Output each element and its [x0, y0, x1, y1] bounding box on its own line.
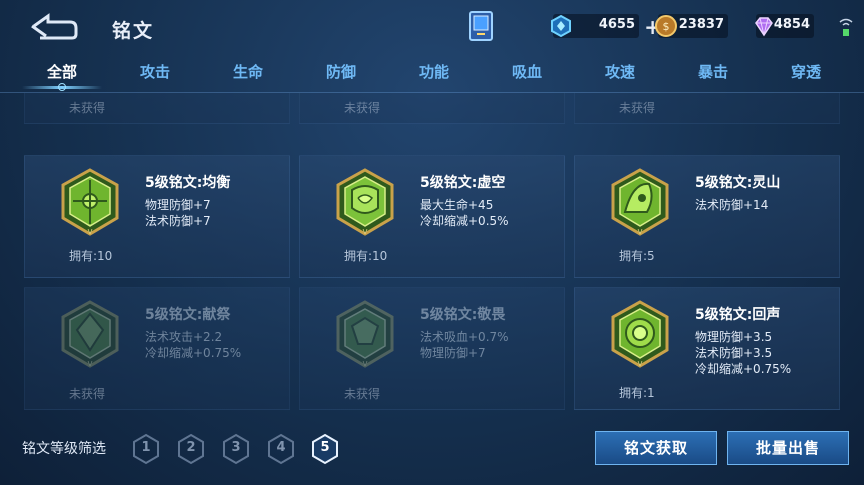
diamond-coupon-icon: [551, 14, 571, 38]
level-number: 5: [320, 440, 330, 455]
balance-emblem-icon: V: [61, 168, 119, 236]
level-number: 3: [231, 440, 241, 455]
inscription-attr: 物理防御+7: [145, 198, 211, 212]
inscription-attr: 最大生命+45: [420, 198, 494, 212]
inscription-card-sacrifice[interactable]: V 5级铭文:献祭 法术攻击+2.2 冷却缩减+0.75% 未获得: [24, 287, 290, 410]
svg-text:$: $: [663, 20, 670, 33]
not-obtained-label: 未获得: [619, 101, 656, 115]
level-filter-1[interactable]: 1: [131, 433, 161, 465]
not-obtained-label: 未获得: [344, 101, 381, 115]
back-arrow-icon[interactable]: [26, 12, 78, 40]
svg-text:V: V: [638, 228, 643, 236]
inscription-card-echo[interactable]: V 5级铭文:回声 物理防御+3.5 法术防御+3.5 冷却缩减+0.75% 拥…: [574, 287, 840, 410]
tab-lifesteal[interactable]: 吸血: [497, 61, 557, 82]
tab-defense[interactable]: 防御: [311, 61, 371, 82]
level-filter-2[interactable]: 2: [176, 433, 206, 465]
top-bar: 铭文 4655 + $ 23837 4854: [0, 0, 864, 56]
gem-counter: 4854: [755, 14, 814, 38]
get-inscription-button[interactable]: 铭文获取: [595, 431, 717, 465]
inscription-attr: 法术防御+3.5: [695, 346, 773, 360]
tab-attack-speed[interactable]: 攻速: [590, 61, 650, 82]
svg-text:V: V: [88, 360, 93, 368]
inscription-attr: 法术防御+14: [695, 198, 769, 212]
echo-emblem-icon: V: [611, 300, 669, 368]
inscription-card-balance[interactable]: V 5级铭文:均衡 物理防御+7 法术防御+7 拥有:10: [24, 155, 290, 278]
owned-count: 拥有:10: [344, 249, 388, 263]
level-filter-label: 铭文等级筛选: [22, 441, 106, 457]
gold-counter: $ 23837: [655, 14, 728, 38]
tab-attack[interactable]: 攻击: [125, 61, 185, 82]
tab-function[interactable]: 功能: [404, 61, 464, 82]
gold-coin-icon: $: [655, 15, 677, 37]
inscription-grid: 未获得 未获得 未获得 V 5级铭文:均衡 物理防御+7 法术防御+7 拥有:1…: [0, 93, 864, 423]
owned-count: 拥有:10: [69, 249, 113, 263]
inscription-attr: 冷却缩减+0.5%: [420, 214, 509, 228]
svg-text:V: V: [88, 228, 93, 236]
inscription-card-void[interactable]: V 5级铭文:虚空 最大生命+45 冷却缩减+0.5% 拥有:10: [299, 155, 565, 278]
sacrifice-emblem-icon: V: [61, 300, 119, 368]
level-number: 1: [141, 440, 151, 455]
category-tabs: 全部 攻击 生命 防御 功能 吸血 攻速 暴击 穿透: [0, 58, 864, 92]
coupon-value: 4655: [598, 17, 635, 32]
inscription-card[interactable]: 未获得: [299, 93, 565, 124]
active-tab-indicator: [58, 83, 66, 91]
awe-emblem-icon: V: [336, 300, 394, 368]
inscription-attr: 法术吸血+0.7%: [420, 330, 509, 344]
tab-health[interactable]: 生命: [218, 61, 278, 82]
tab-crit[interactable]: 暴击: [683, 61, 743, 82]
bottom-bar: 铭文等级筛选 1 2 3 4 5 铭文获取 批量出售: [0, 423, 864, 485]
purple-gem-icon: [755, 17, 773, 37]
inscription-attr: 法术攻击+2.2: [145, 330, 223, 344]
page-title: 铭文: [112, 20, 155, 42]
inscription-card[interactable]: 未获得: [574, 93, 840, 124]
inscription-attr: 法术防御+7: [145, 214, 211, 228]
gem-value: 4854: [773, 17, 810, 32]
inscription-card[interactable]: 未获得: [24, 93, 290, 124]
inscription-attr: 冷却缩减+0.75%: [695, 362, 792, 376]
level-filter-3[interactable]: 3: [221, 433, 251, 465]
inscription-attr: 物理防御+7: [420, 346, 486, 360]
spirit-mountain-emblem-icon: V: [611, 168, 669, 236]
not-obtained-label: 未获得: [344, 387, 381, 401]
level-number: 4: [276, 440, 286, 455]
not-obtained-label: 未获得: [69, 387, 106, 401]
inscription-name: 5级铭文:敬畏: [420, 307, 506, 323]
inscription-book-icon[interactable]: [466, 8, 496, 44]
owned-count: 拥有:1: [619, 386, 655, 400]
inscription-name: 5级铭文:均衡: [145, 175, 231, 191]
inscription-name: 5级铭文:虚空: [420, 175, 506, 191]
inscription-card-spirit-mountain[interactable]: V 5级铭文:灵山 法术防御+14 拥有:5: [574, 155, 840, 278]
inscription-name: 5级铭文:灵山: [695, 175, 781, 191]
inscription-attr: 物理防御+3.5: [695, 330, 773, 344]
batch-sell-button[interactable]: 批量出售: [727, 431, 849, 465]
owned-count: 拥有:5: [619, 249, 655, 263]
tab-penetration[interactable]: 穿透: [776, 61, 836, 82]
tab-all[interactable]: 全部: [32, 61, 92, 82]
coupon-counter: 4655 +: [551, 14, 661, 39]
inscription-name: 5级铭文:献祭: [145, 307, 231, 323]
svg-text:V: V: [363, 228, 368, 236]
level-number: 2: [186, 440, 196, 455]
void-emblem-icon: V: [336, 168, 394, 236]
not-obtained-label: 未获得: [69, 101, 106, 115]
inscription-name: 5级铭文:回声: [695, 307, 781, 323]
inscription-card-awe[interactable]: V 5级铭文:敬畏 法术吸血+0.7% 物理防御+7 未获得: [299, 287, 565, 410]
inscription-attr: 冷却缩减+0.75%: [145, 346, 242, 360]
wifi-signal-icon: [839, 18, 853, 36]
level-filter-5[interactable]: 5: [310, 433, 340, 465]
svg-text:V: V: [363, 360, 368, 368]
svg-text:V: V: [638, 360, 643, 368]
gold-value: 23837: [678, 17, 724, 32]
level-filter-4[interactable]: 4: [266, 433, 296, 465]
